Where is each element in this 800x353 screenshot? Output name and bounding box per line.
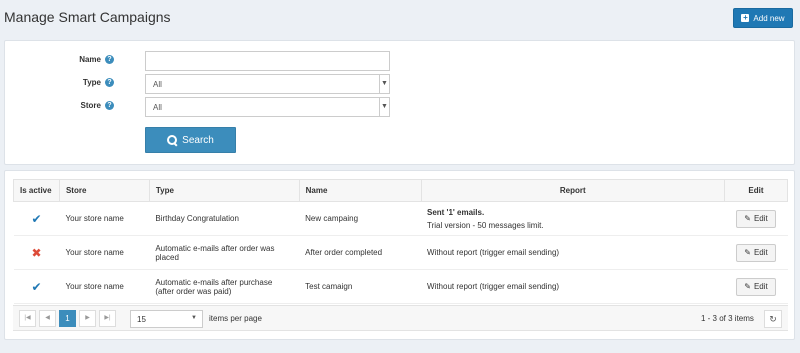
chevron-down-icon: ▼ xyxy=(379,75,389,93)
report-cell: Without report (trigger email sending) xyxy=(421,269,725,304)
name-label: Name xyxy=(79,55,101,64)
report-subtext: Without report (trigger email sending) xyxy=(427,282,560,291)
store-label-wrap: Store ? xyxy=(81,101,114,110)
edit-button[interactable]: ✎ Edit xyxy=(736,209,776,228)
active-cell: ✔ xyxy=(13,269,60,304)
report-cell: Sent '1' emails. Trial version - 50 mess… xyxy=(421,201,725,236)
table-row: ✔ Your store name Automatic e-mails afte… xyxy=(13,269,788,304)
name-cell: Test camaign xyxy=(299,269,421,304)
type-row: Type ? All ▼ xyxy=(5,74,794,94)
store-cell: Your store name xyxy=(59,269,150,304)
active-cell: ✔ xyxy=(13,201,60,236)
name-row: Name ? xyxy=(5,51,794,71)
plus-icon: + xyxy=(741,13,750,22)
edit-button[interactable]: ✎ Edit xyxy=(736,277,776,296)
pencil-icon: ✎ xyxy=(744,248,751,257)
active-cell: ✖ xyxy=(13,235,60,270)
page-size-value: 15 xyxy=(137,315,146,324)
page-size-select[interactable]: 15 ▼ xyxy=(130,310,203,328)
store-select-value: All xyxy=(153,103,162,112)
report-subtext: Trial version - 50 messages limit. xyxy=(427,220,544,230)
next-page-icon[interactable]: ▶ xyxy=(79,310,96,327)
type-cell: Automatic e-mails after purchase (after … xyxy=(149,269,300,304)
pencil-icon: ✎ xyxy=(744,282,751,291)
name-label-wrap: Name ? xyxy=(79,55,114,64)
column-header-type[interactable]: Type xyxy=(148,179,300,202)
type-cell: Birthday Congratulation xyxy=(149,201,300,236)
type-label: Type xyxy=(82,78,101,87)
edit-button-label: Edit xyxy=(753,248,768,257)
column-header-report[interactable]: Report xyxy=(420,179,725,202)
search-button-label: Search xyxy=(182,134,214,146)
help-icon[interactable]: ? xyxy=(105,78,114,87)
search-button[interactable]: Search xyxy=(145,127,236,153)
store-cell: Your store name xyxy=(59,235,150,270)
search-icon xyxy=(167,135,178,145)
chevron-down-icon: ▼ xyxy=(379,98,389,116)
page-number-button[interactable]: 1 xyxy=(59,310,76,327)
table-row: ✔ Your store name Birthday Congratulatio… xyxy=(13,201,788,236)
type-select-value: All xyxy=(153,80,162,89)
search-panel: Name ? Type ? All ▼ Store ? All ▼ Search xyxy=(4,40,795,165)
first-page-icon[interactable]: |◀ xyxy=(19,310,36,327)
refresh-icon[interactable]: ↻ xyxy=(764,310,782,328)
add-new-button[interactable]: + Add new xyxy=(733,8,793,28)
edit-button[interactable]: ✎ Edit xyxy=(736,243,776,262)
checkmark-icon: ✔ xyxy=(31,211,42,226)
edit-cell: ✎ Edit xyxy=(724,269,788,304)
type-label-wrap: Type ? xyxy=(83,78,114,87)
name-input[interactable] xyxy=(145,51,390,71)
edit-cell: ✎ Edit xyxy=(724,235,788,270)
help-icon[interactable]: ? xyxy=(105,101,114,110)
type-cell: Automatic e-mails after order was placed xyxy=(149,235,300,270)
column-header-name[interactable]: Name xyxy=(298,179,422,202)
checkmark-icon: ✔ xyxy=(31,279,42,294)
cross-icon: ✖ xyxy=(31,245,42,260)
report-cell: Without report (trigger email sending) xyxy=(421,235,725,270)
store-cell: Your store name xyxy=(59,201,150,236)
column-header-edit: Edit xyxy=(723,179,789,202)
column-header-is-active[interactable]: Is active xyxy=(13,179,60,202)
store-select[interactable]: All ▼ xyxy=(145,97,390,117)
page-title: Manage Smart Campaigns xyxy=(4,9,171,25)
name-cell: After order completed xyxy=(299,235,421,270)
help-icon[interactable]: ? xyxy=(105,55,114,64)
pager: |◀ ◀ 1 ▶ ▶| 15 ▼ items per page 1 - 3 of… xyxy=(13,305,788,331)
pencil-icon: ✎ xyxy=(744,214,751,223)
column-header-store[interactable]: Store xyxy=(58,179,150,202)
table-header-row: Is active Store Type Name Report Edit xyxy=(13,179,789,202)
type-select[interactable]: All ▼ xyxy=(145,74,390,94)
prev-page-icon[interactable]: ◀ xyxy=(39,310,56,327)
edit-button-label: Edit xyxy=(753,282,768,291)
add-new-label: Add new xyxy=(753,13,785,23)
results-panel: Is active Store Type Name Report Edit ✔ … xyxy=(4,170,795,340)
chevron-down-icon: ▼ xyxy=(191,315,197,321)
last-page-icon[interactable]: ▶| xyxy=(99,310,116,327)
table-row: ✖ Your store name Automatic e-mails afte… xyxy=(13,235,788,270)
report-subtext: Without report (trigger email sending) xyxy=(427,248,560,257)
name-cell: New campaing xyxy=(299,201,421,236)
report-title: Sent '1' emails. xyxy=(427,207,485,217)
campaigns-table: Is active Store Type Name Report Edit ✔ … xyxy=(13,179,789,304)
edit-button-label: Edit xyxy=(753,214,768,223)
items-info: 1 - 3 of 3 items xyxy=(701,314,754,323)
store-row: Store ? All ▼ xyxy=(5,97,794,117)
per-page-label: items per page xyxy=(209,314,262,323)
edit-cell: ✎ Edit xyxy=(724,201,788,236)
store-label: Store xyxy=(80,101,101,110)
